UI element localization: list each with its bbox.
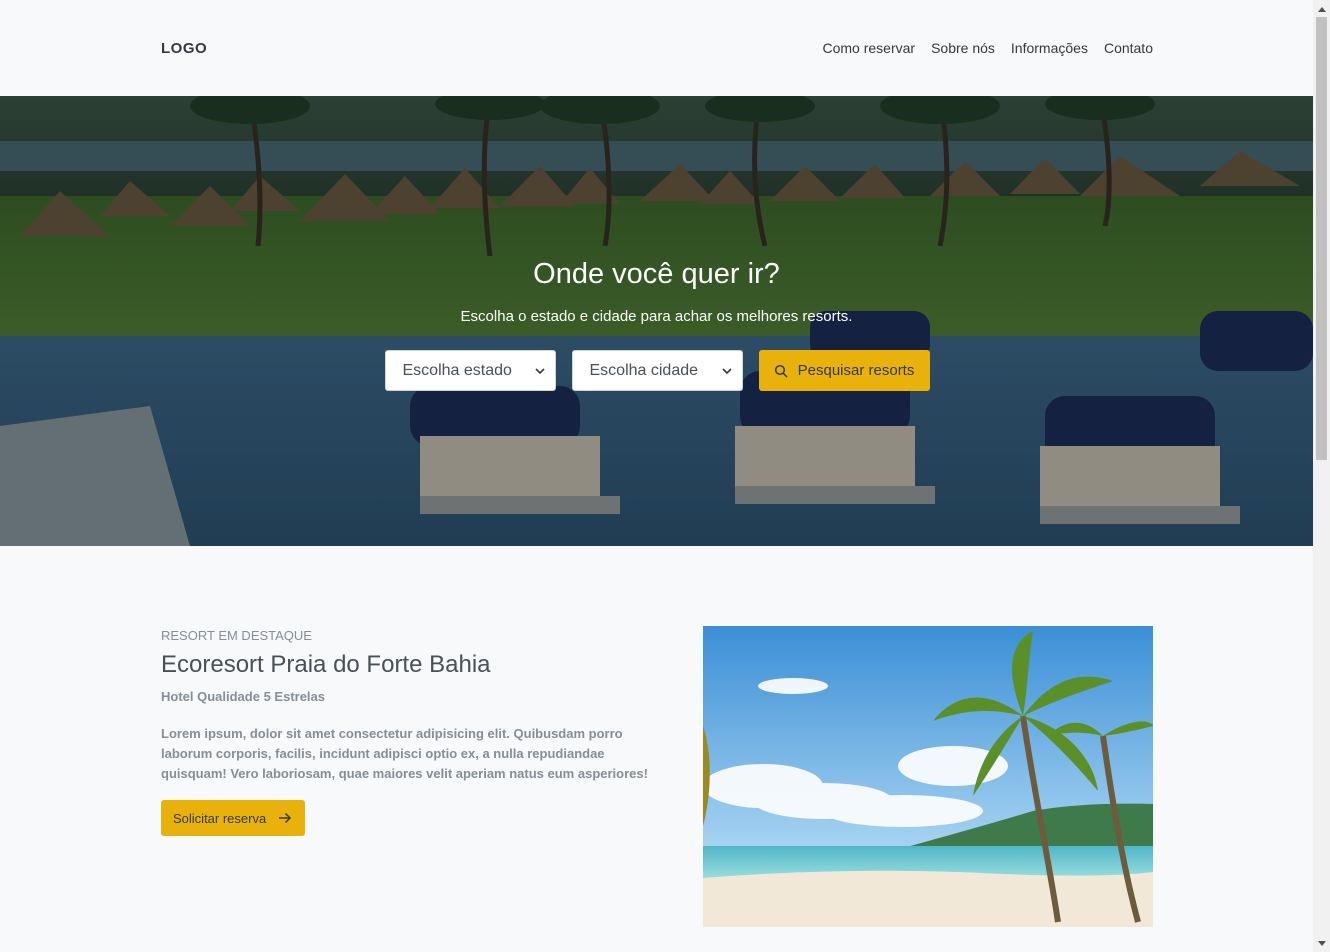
hero-title: Onde você quer ir?	[533, 258, 780, 290]
scroll-up-arrow-icon[interactable]	[1313, 0, 1330, 17]
city-select[interactable]: Escolha cidade	[571, 350, 743, 391]
nav-sobre-nos[interactable]: Sobre nós	[931, 40, 995, 56]
state-select-value: Escolha estado	[402, 361, 512, 379]
hero-content: Onde você quer ir? Escolha o estado e ci…	[0, 254, 1313, 391]
hero-subtitle: Escolha o estado e cidade para achar os …	[460, 308, 853, 325]
reserve-button-label: Solicitar reserva	[173, 810, 267, 826]
main-nav: Como reservar Sobre nós Informações Cont…	[822, 40, 1153, 56]
scrollbar-thumb[interactable]	[1316, 17, 1327, 460]
search-resorts-button[interactable]: Pesquisar resorts	[758, 350, 930, 391]
featured-resort-image	[703, 626, 1153, 927]
search-icon	[774, 364, 788, 378]
navbar: LOGO Como reservar Sobre nós Informações…	[0, 0, 1313, 96]
hero-section: Onde você quer ir? Escolha o estado e ci…	[0, 96, 1313, 546]
nav-contato[interactable]: Contato	[1104, 40, 1153, 56]
page: LOGO Como reservar Sobre nós Informações…	[0, 0, 1313, 952]
page-scrollbar[interactable]	[1313, 0, 1330, 952]
featured-subtitle: Hotel Qualidade 5 Estrelas	[161, 689, 326, 704]
featured-title: Ecoresort Praia do Forte Bahia	[161, 651, 491, 678]
nav-como-reservar[interactable]: Como reservar	[822, 40, 915, 56]
arrow-right-icon	[279, 812, 292, 824]
featured-description: Lorem ipsum, dolor sit amet consectetur …	[161, 726, 648, 781]
chevron-down-icon	[721, 367, 732, 374]
featured-resort-section: RESORT EM DESTAQUE Ecoresort Praia do Fo…	[0, 546, 1313, 952]
chevron-down-icon	[534, 367, 545, 374]
search-form: Escolha estado Escolha cidade Pesquisar …	[0, 350, 1313, 391]
city-select-value: Escolha cidade	[589, 361, 699, 379]
request-reservation-button[interactable]: Solicitar reserva	[161, 800, 306, 836]
logo[interactable]: LOGO	[161, 40, 207, 57]
featured-text: RESORT EM DESTAQUE Ecoresort Praia do Fo…	[161, 628, 671, 836]
scroll-down-arrow-icon[interactable]	[1313, 935, 1330, 952]
search-button-label: Pesquisar resorts	[797, 362, 915, 379]
featured-eyebrow: RESORT EM DESTAQUE	[161, 628, 312, 643]
nav-informacoes[interactable]: Informações	[1011, 40, 1088, 56]
state-select[interactable]: Escolha estado	[384, 350, 556, 391]
